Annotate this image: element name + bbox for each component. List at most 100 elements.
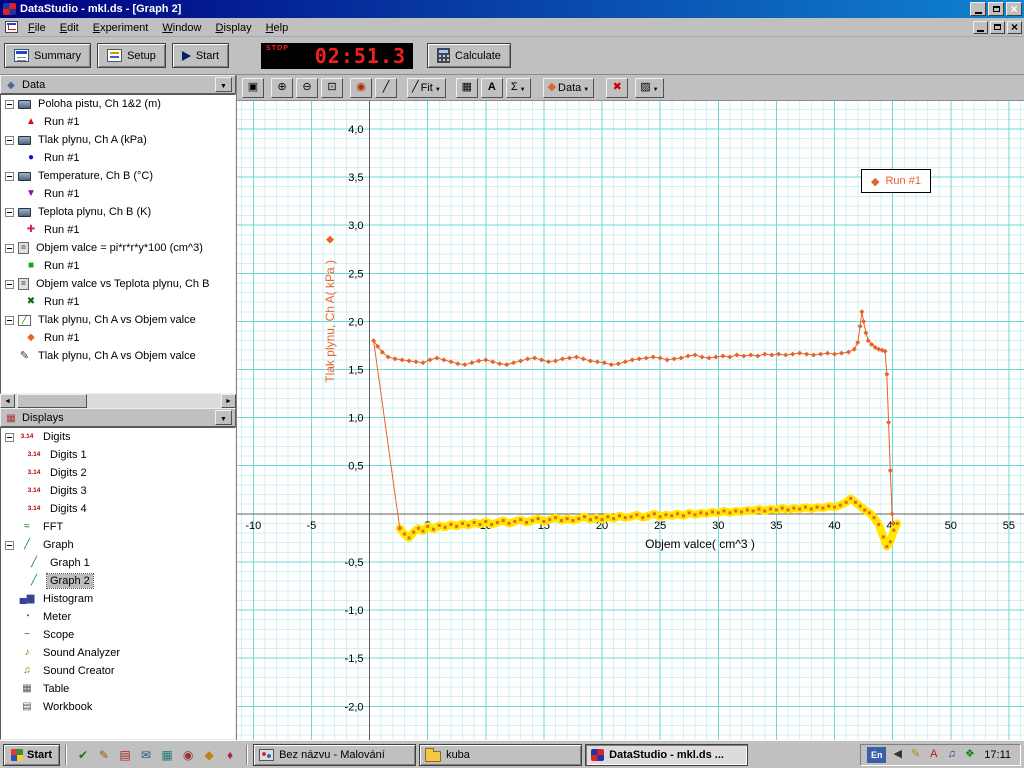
- restore-button[interactable]: [988, 2, 1004, 16]
- quick-launch-1-icon[interactable]: ✔: [74, 746, 92, 764]
- quick-launch-5-icon[interactable]: ▦: [158, 746, 176, 764]
- quick-launch-6-icon[interactable]: ◉: [179, 746, 197, 764]
- quick-launch-4-icon[interactable]: ✉: [137, 746, 155, 764]
- task-datastudio-button[interactable]: DataStudio - mkl.ds ...: [585, 744, 748, 766]
- tray-icon-3[interactable]: A: [926, 749, 941, 760]
- run-item[interactable]: ▼Run #1: [1, 185, 235, 203]
- display-item[interactable]: ╱Graph 2: [1, 572, 235, 590]
- run-item[interactable]: ◆Run #1: [1, 329, 235, 347]
- statistics-menu-button[interactable]: Σ: [506, 78, 531, 98]
- data-panel-menu-button[interactable]: [215, 77, 232, 92]
- tree-expand-icon[interactable]: [5, 100, 14, 109]
- scrollbar-track[interactable]: [15, 394, 221, 408]
- menu-experiment[interactable]: Experiment: [86, 19, 156, 36]
- quick-launch-8-icon[interactable]: ♦: [221, 746, 239, 764]
- display-item[interactable]: 3.14Digits 3: [1, 482, 235, 500]
- menu-window[interactable]: Window: [155, 19, 208, 36]
- data-source-item[interactable]: ╱Tlak plynu, Ch A vs Objem valce: [1, 311, 235, 329]
- display-item[interactable]: ▄▆Histogram: [1, 590, 235, 608]
- zoom-in-button[interactable]: ⊕: [271, 78, 293, 98]
- display-item[interactable]: ▤Workbook: [1, 698, 235, 716]
- quick-launch-2-icon[interactable]: ✎: [95, 746, 113, 764]
- quick-launch-7-icon[interactable]: ◆: [200, 746, 218, 764]
- data-source-item[interactable]: Tlak plynu, Ch A (kPa): [1, 131, 235, 149]
- text-tool-button[interactable]: A: [481, 78, 503, 98]
- data-source-item[interactable]: Temperature, Ch B (°C): [1, 167, 235, 185]
- display-item[interactable]: ♫Sound Creator: [1, 662, 235, 680]
- tray-icon-1[interactable]: ◀: [890, 749, 905, 760]
- displays-panel-menu-button[interactable]: [215, 410, 232, 425]
- language-indicator[interactable]: En: [867, 747, 886, 763]
- legend[interactable]: Run #1: [861, 169, 931, 193]
- task-folder-button[interactable]: kuba: [419, 744, 582, 766]
- summary-button[interactable]: Summary: [4, 43, 91, 68]
- mdi-restore-button[interactable]: [990, 21, 1005, 34]
- mdi-minimize-button[interactable]: [973, 21, 988, 34]
- menu-edit[interactable]: Edit: [53, 19, 86, 36]
- chart-plot[interactable]: -10-55101520253035404550554,03,53,02,52,…: [237, 101, 1024, 740]
- tree-expand-icon[interactable]: [5, 172, 14, 181]
- calculator-tool-button[interactable]: ▦: [456, 78, 478, 98]
- slope-tool-button[interactable]: ╱: [375, 78, 397, 98]
- run-item[interactable]: ▲Run #1: [1, 113, 235, 131]
- smart-tool-button[interactable]: ◉: [350, 78, 372, 98]
- tray-icon-4[interactable]: ♫: [944, 749, 959, 760]
- display-item[interactable]: 3.14Digits 1: [1, 446, 235, 464]
- display-item[interactable]: ╱Graph 1: [1, 554, 235, 572]
- zoom-select-button[interactable]: ⊡: [321, 78, 343, 98]
- tray-icon-2[interactable]: ✎: [908, 749, 923, 760]
- data-tree-hscrollbar[interactable]: [0, 394, 236, 408]
- tree-expand-icon[interactable]: [5, 433, 14, 442]
- remove-data-button[interactable]: ✖: [606, 78, 628, 98]
- run-item[interactable]: ✚Run #1: [1, 221, 235, 239]
- minimize-button[interactable]: [970, 2, 986, 16]
- calculate-button[interactable]: Calculate: [427, 43, 511, 68]
- scroll-left-button[interactable]: [0, 394, 15, 408]
- data-source-item[interactable]: Teplota plynu, Ch B (K): [1, 203, 235, 221]
- start-menu-button[interactable]: Start: [3, 744, 60, 766]
- fit-menu-button[interactable]: ╱Fit: [407, 78, 446, 98]
- data-source-item[interactable]: Poloha pistu, Ch 1&2 (m): [1, 95, 235, 113]
- tree-expand-icon[interactable]: [5, 280, 14, 289]
- run-item[interactable]: ✖Run #1: [1, 293, 235, 311]
- display-item[interactable]: ◔Meter: [1, 608, 235, 626]
- mdi-close-button[interactable]: [1007, 21, 1022, 34]
- task-label: kuba: [446, 749, 470, 761]
- start-button[interactable]: Start: [172, 43, 229, 68]
- display-item[interactable]: ≈FFT: [1, 518, 235, 536]
- display-item[interactable]: ▦Table: [1, 680, 235, 698]
- data-source-item[interactable]: =Objem valce = pi*r*r*y*100 (cm^3): [1, 239, 235, 257]
- display-item[interactable]: 3.14Digits 4: [1, 500, 235, 518]
- menu-file[interactable]: File: [21, 19, 53, 36]
- menu-help[interactable]: Help: [259, 19, 296, 36]
- data-menu-button[interactable]: ◆Data: [543, 78, 595, 98]
- display-item[interactable]: ╱Graph: [1, 536, 235, 554]
- graph-settings-menu-button[interactable]: ▨: [635, 78, 663, 98]
- quick-launch-3-icon[interactable]: ▤: [116, 746, 134, 764]
- scale-to-fit-button[interactable]: ▣: [242, 78, 264, 98]
- run-item[interactable]: ■Run #1: [1, 257, 235, 275]
- task-paint-button[interactable]: Bez názvu - Malování: [253, 744, 416, 766]
- datastudio-icon: [591, 749, 604, 761]
- tray-icon-5[interactable]: ❖: [962, 749, 977, 760]
- tree-expand-icon[interactable]: [5, 541, 14, 550]
- tree-expand-icon[interactable]: [5, 136, 14, 145]
- display-item[interactable]: ~Scope: [1, 626, 235, 644]
- start-label: Start: [196, 50, 219, 62]
- menu-display[interactable]: Display: [209, 19, 259, 36]
- zoom-out-button[interactable]: ⊖: [296, 78, 318, 98]
- display-item[interactable]: 3.14Digits 2: [1, 464, 235, 482]
- scroll-right-button[interactable]: [221, 394, 236, 408]
- data-source-item[interactable]: =Objem valce vs Teplota plynu, Ch B: [1, 275, 235, 293]
- tree-expand-icon[interactable]: [5, 316, 14, 325]
- close-button[interactable]: [1006, 2, 1022, 16]
- graph-window-icon[interactable]: [5, 21, 18, 33]
- setup-button[interactable]: Setup: [97, 43, 166, 68]
- run-item[interactable]: ●Run #1: [1, 149, 235, 167]
- display-item[interactable]: ♪Sound Analyzer: [1, 644, 235, 662]
- data-source-item[interactable]: ✎Tlak plynu, Ch A vs Objem valce: [1, 347, 235, 365]
- tree-expand-icon[interactable]: [5, 208, 14, 217]
- display-item[interactable]: 3.14Digits: [1, 428, 235, 446]
- scrollbar-thumb[interactable]: [17, 394, 87, 408]
- tree-expand-icon[interactable]: [5, 244, 14, 253]
